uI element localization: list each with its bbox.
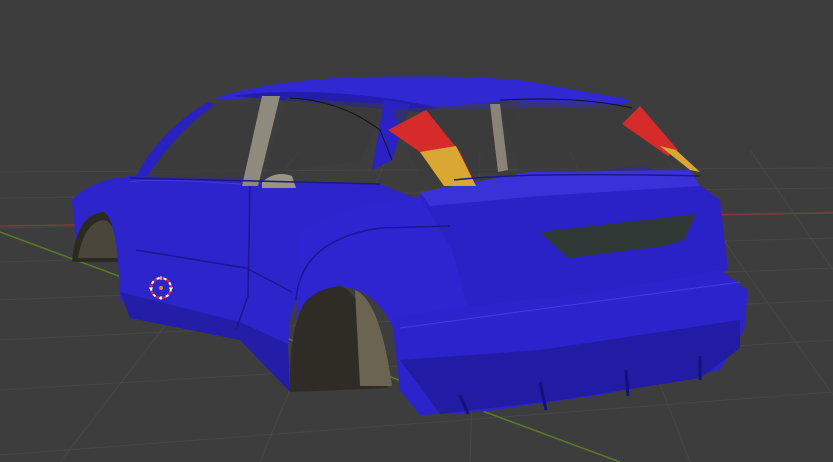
viewport-canvas[interactable]: [0, 0, 833, 462]
3d-viewport[interactable]: [0, 0, 833, 462]
car-body[interactable]: [72, 76, 748, 415]
